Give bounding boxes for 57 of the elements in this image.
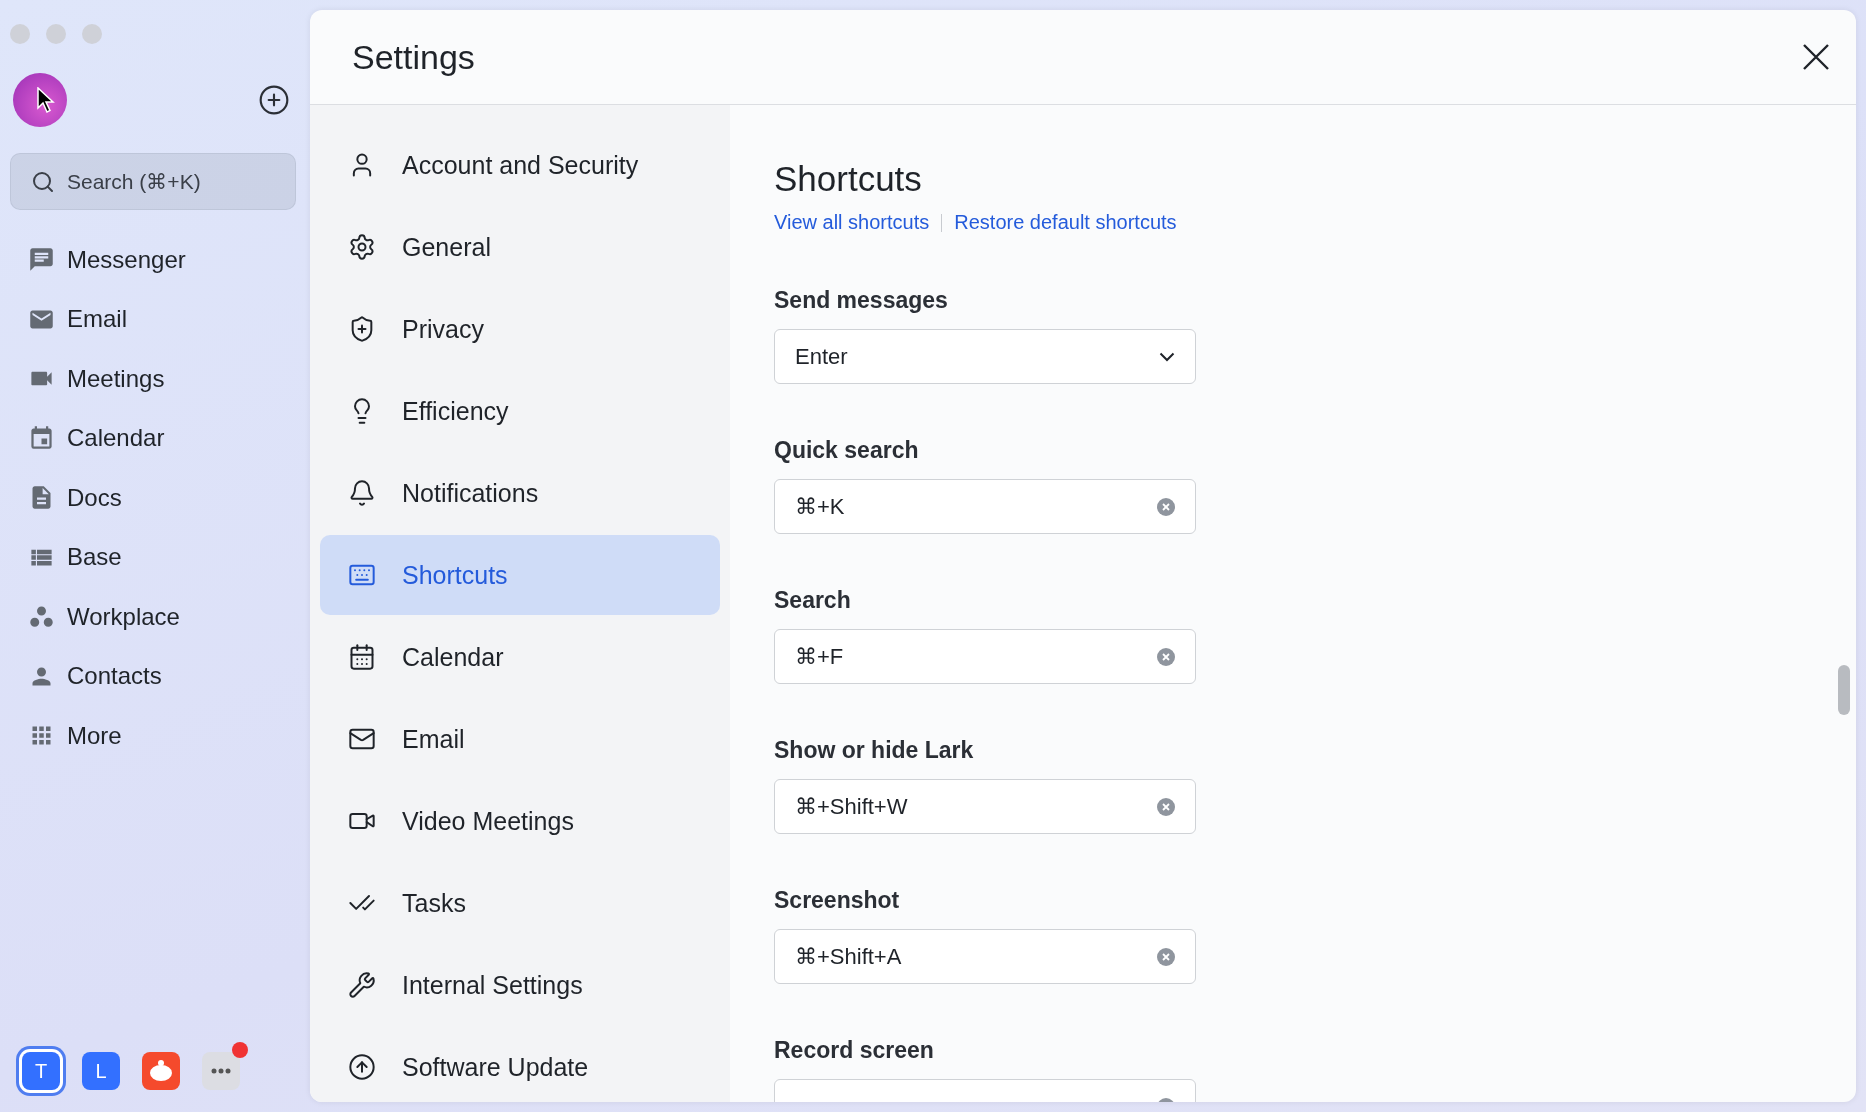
field-label: Search [774,587,851,614]
sidebar-item[interactable]: Meetings [10,349,310,409]
avatar[interactable] [13,73,67,127]
link[interactable]: View all shortcuts [774,211,930,234]
settings-nav-item[interactable]: Video Meetings [320,781,720,861]
field-label: Record screen [774,1037,934,1064]
chevron-icon [1159,351,1175,362]
add-icon[interactable] [258,84,290,116]
settings-nav-item[interactable]: Software Update [320,1027,720,1102]
shortcut-field[interactable]: ⌘+Shift+A [774,929,1196,984]
sidebar-item[interactable]: Workplace [10,587,310,647]
close-icon [1802,43,1830,71]
close-button[interactable] [1802,43,1830,71]
chat-icon [28,246,55,274]
settings-nav-item[interactable]: Account and Security [320,125,720,205]
settings-nav-item[interactable]: Privacy [320,289,720,369]
field-label: Show or hide Lark [774,737,974,764]
settings-nav-item[interactable]: Email [320,699,720,779]
search-placeholder: Search (⌘+K) [67,169,201,194]
gear-icon [348,233,376,261]
settings-nav-item[interactable]: Calendar [320,617,720,697]
shortcut-field[interactable]: ⌘+K [774,479,1196,534]
field-label: Send messages [774,287,948,314]
sidebar-item[interactable]: Contacts [10,646,310,706]
field-label: Screenshot [774,887,900,914]
search-icon [31,169,55,194]
sidebar-item[interactable]: Messenger [10,230,310,290]
bell-icon [348,479,376,507]
window-title: Settings [352,37,475,77]
sidebar-item[interactable]: Docs [10,468,310,528]
settings-nav-item[interactable]: General [320,207,720,287]
upload-icon [348,1053,376,1081]
more-apps-button[interactable] [202,1052,240,1090]
field-label: Quick search [774,437,919,464]
sidebar-item[interactable]: More [10,706,310,766]
scrollbar[interactable] [1838,665,1850,715]
settings-nav-item[interactable]: Tasks [320,863,720,943]
shortcut-field[interactable]: ⌘+Shift+W [774,779,1196,834]
sidebar-item[interactable]: Email [10,289,310,349]
link[interactable]: Restore default shortcuts [954,211,1177,234]
calendar-icon [348,643,376,671]
settings-nav-item[interactable]: Efficiency [320,371,720,451]
more-icon [211,1068,231,1074]
shortcut-field[interactable]: ⌘+F [774,629,1196,684]
app-icon[interactable]: L [82,1052,120,1090]
settings-nav-item[interactable]: Internal Settings [320,945,720,1025]
section-title: Shortcuts [774,159,923,199]
app-logo-icon[interactable] [142,1052,180,1090]
calendar-icon [28,424,55,452]
wrench-icon [348,971,376,999]
settings-nav-item[interactable]: Shortcuts [320,535,720,615]
dropdown[interactable]: Enter [774,329,1196,384]
cursor-icon [37,87,55,113]
sidebar-item[interactable]: Calendar [10,408,310,468]
sidebar-item[interactable]: Base [10,527,310,587]
settings-nav-item[interactable]: Notifications [320,453,720,533]
search-field[interactable]: Search (⌘+K) [10,153,296,210]
